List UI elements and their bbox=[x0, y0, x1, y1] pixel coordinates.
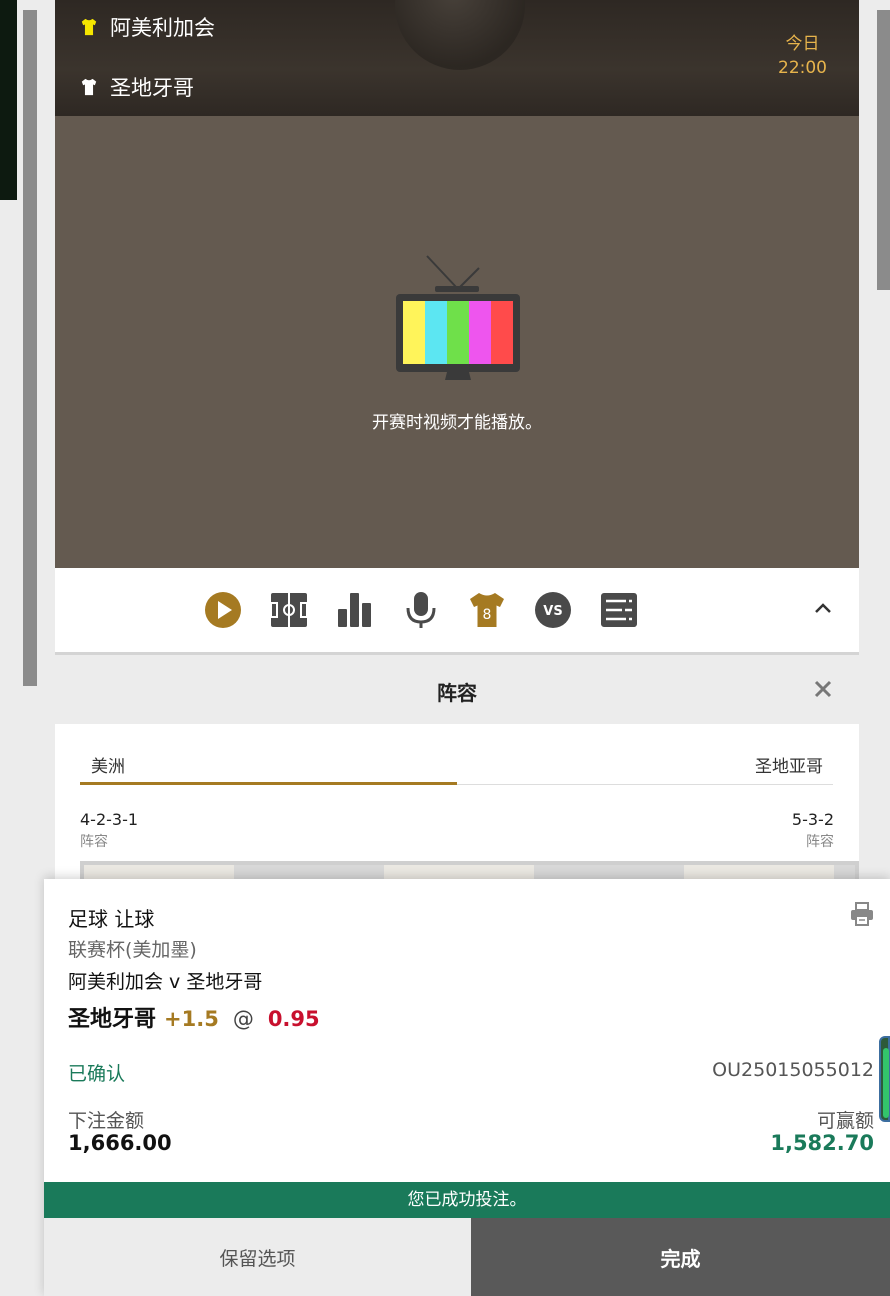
microphone-icon bbox=[406, 592, 436, 628]
shirt-number: 8 bbox=[483, 607, 492, 623]
competition-name: 联赛杯(美加墨) bbox=[68, 939, 197, 961]
pitch-tab[interactable] bbox=[269, 590, 309, 630]
away-shirt-icon bbox=[81, 78, 97, 96]
football-background-image bbox=[395, 0, 525, 70]
close-icon[interactable] bbox=[813, 679, 833, 699]
done-button[interactable]: 完成 bbox=[471, 1218, 890, 1296]
potential-win-label: 可赢额 bbox=[816, 1110, 874, 1132]
away-formation-label: 阵容 bbox=[806, 834, 834, 850]
lineup-header: 阵容 bbox=[55, 652, 859, 724]
at-symbol: @ bbox=[232, 1007, 254, 1031]
home-team-row: 阿美利加会 bbox=[80, 12, 215, 42]
potential-win-value: 1,582.70 bbox=[770, 1131, 874, 1155]
stats-icon bbox=[338, 593, 371, 627]
away-team-row: 圣地牙哥 bbox=[80, 72, 194, 102]
bet-status: 已确认 bbox=[68, 1063, 126, 1085]
home-shirt-icon bbox=[81, 18, 97, 36]
bet-receipt: 足球 让球 联赛杯(美加墨) 阿美利加会 v 圣地牙哥 圣地牙哥 +1.5 @ … bbox=[44, 879, 890, 1296]
video-area: 开赛时视频才能播放。 bbox=[55, 116, 859, 568]
list-icon bbox=[601, 593, 637, 627]
away-team-name: 圣地牙哥 bbox=[110, 76, 194, 100]
chevron-up-icon[interactable] bbox=[813, 598, 833, 618]
commentary-tab[interactable] bbox=[401, 590, 441, 630]
sport-market: 足球 让球 bbox=[68, 907, 155, 931]
match-header: 阿美利加会 圣地牙哥 今日 22:00 bbox=[55, 0, 859, 116]
home-formation: 4-2-3-1 阵容 bbox=[80, 810, 138, 851]
left-scrollbar[interactable] bbox=[23, 10, 37, 686]
lineup-team-tabs: 美洲 圣地亚哥 bbox=[80, 740, 833, 785]
event-name: 阿美利加会 v 圣地牙哥 bbox=[68, 971, 263, 993]
bet-reference: OU25015055012 bbox=[712, 1059, 874, 1081]
tab-away-team[interactable]: 圣地亚哥 bbox=[457, 740, 833, 785]
keep-selections-button[interactable]: 保留选项 bbox=[44, 1218, 471, 1296]
success-message: 您已成功投注。 bbox=[44, 1182, 890, 1218]
stake-label: 下注金额 bbox=[68, 1110, 145, 1132]
kickoff-day: 今日 bbox=[785, 34, 820, 54]
side-widget-tab[interactable] bbox=[879, 1036, 890, 1122]
tab-home-team[interactable]: 美洲 bbox=[80, 740, 457, 785]
play-icon bbox=[205, 592, 241, 628]
bet-selection: 圣地牙哥 +1.5 @ 0.95 bbox=[68, 1001, 320, 1033]
versus-icon: VS bbox=[535, 592, 571, 628]
tv-icon bbox=[396, 255, 520, 380]
home-team-name: 阿美利加会 bbox=[110, 16, 215, 40]
list-tab[interactable] bbox=[599, 590, 639, 630]
right-scrollbar[interactable] bbox=[877, 10, 890, 290]
stake-value: 1,666.00 bbox=[68, 1131, 172, 1155]
kickoff-clock: 22:00 bbox=[778, 58, 827, 78]
match-toolbar: 8 VS bbox=[55, 568, 859, 652]
home-formation-value: 4-2-3-1 bbox=[80, 810, 139, 829]
left-background-panel bbox=[0, 0, 17, 200]
match-panel: 阿美利加会 圣地牙哥 今日 22:00 开赛时视频才能播放。 8 VS 阵容 美… bbox=[55, 0, 859, 890]
away-formation: 5-3-2 阵容 bbox=[792, 810, 834, 851]
selection-odds: 0.95 bbox=[267, 1007, 320, 1031]
video-unavailable-message: 开赛时视频才能播放。 bbox=[372, 413, 542, 433]
head-to-head-tab[interactable]: VS bbox=[533, 590, 573, 630]
pitch-icon bbox=[270, 593, 308, 627]
selection-team: 圣地牙哥 bbox=[68, 1007, 157, 1032]
home-formation-label: 阵容 bbox=[80, 834, 108, 850]
kickoff-time: 今日 22:00 bbox=[778, 32, 827, 80]
printer-icon[interactable] bbox=[849, 901, 875, 927]
stats-tab[interactable] bbox=[335, 590, 375, 630]
away-formation-value: 5-3-2 bbox=[791, 810, 834, 829]
shirt-icon: 8 bbox=[470, 593, 504, 627]
versus-label: VS bbox=[543, 604, 562, 619]
lineup-title: 阵容 bbox=[437, 681, 477, 705]
video-tab[interactable] bbox=[203, 590, 243, 630]
lineup-tab[interactable]: 8 bbox=[467, 590, 507, 630]
selection-handicap: +1.5 bbox=[164, 1007, 219, 1031]
